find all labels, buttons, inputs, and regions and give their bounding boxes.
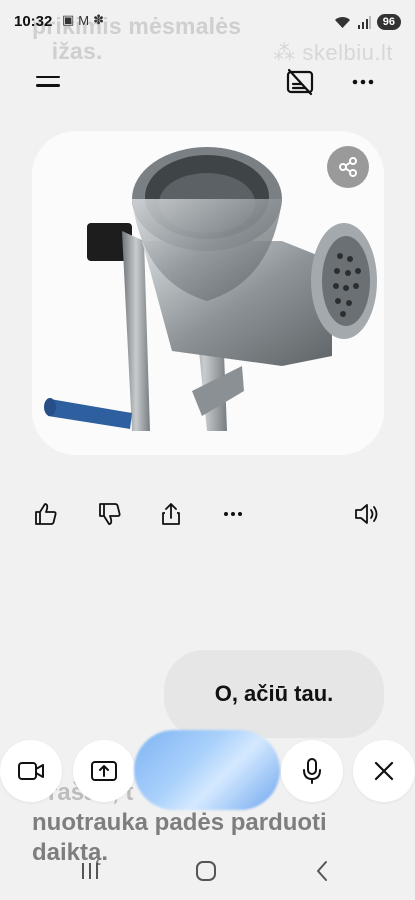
share-icon (162, 503, 180, 525)
watermark-text: skelbiu.lt (302, 40, 393, 65)
gmail-icon: M (78, 12, 90, 28)
fan-icon: ✽ (93, 12, 105, 27)
speaker-icon (355, 504, 378, 524)
more-options-button[interactable] (347, 66, 379, 98)
microphone-icon (303, 758, 321, 784)
wifi-icon (334, 16, 350, 28)
status-bar: 10:32 ▣ M ✽ 96 (0, 0, 415, 40)
more-dots-icon (224, 512, 242, 516)
back-button[interactable] (302, 856, 342, 886)
watermark-logo-icon: ⁂ (273, 40, 296, 65)
share-response-button[interactable] (155, 498, 187, 530)
microphone-button[interactable] (281, 740, 343, 802)
more-actions-button[interactable] (217, 498, 249, 530)
hamburger-icon-line (36, 84, 60, 87)
thumbs-down-icon (99, 503, 121, 525)
screen-share-button[interactable] (73, 740, 135, 802)
system-status: 96 (334, 14, 401, 30)
video-icon (18, 762, 44, 780)
user-message-bubble: O, ačiū tau. (164, 650, 384, 738)
user-message-text: O, ačiū tau. (214, 681, 334, 706)
captions-toggle-button[interactable] (284, 66, 316, 98)
battery-badge: 96 (376, 14, 401, 30)
more-dots-icon (352, 79, 374, 85)
recents-button[interactable] (70, 856, 110, 886)
captions-off-icon (286, 68, 314, 96)
navigation-bar (0, 846, 415, 900)
share-icon (339, 157, 357, 177)
close-button[interactable] (353, 740, 415, 802)
read-aloud-button[interactable] (351, 498, 383, 530)
like-button[interactable] (30, 498, 62, 530)
notification-icons: ▣ M ✽ (62, 12, 104, 28)
recents-icon (82, 863, 98, 879)
signal-icon (357, 15, 371, 29)
hamburger-icon (36, 76, 60, 79)
menu-button[interactable] (36, 70, 66, 94)
video-button[interactable] (0, 740, 62, 802)
screen-share-icon (91, 761, 117, 781)
close-icon (374, 761, 394, 781)
gallery-icon: ▣ (62, 12, 75, 27)
status-time: 10:32 (14, 13, 53, 30)
home-icon (196, 861, 216, 881)
home-button[interactable] (186, 856, 226, 886)
live-voice-orb[interactable] (134, 730, 280, 810)
image-share-button[interactable] (327, 146, 369, 188)
thumbs-up-icon (35, 503, 57, 525)
back-icon (317, 861, 327, 881)
background-text-line-2: nuotrauka padės parduoti (32, 809, 327, 836)
watermark: ⁂ skelbiu.lt (273, 40, 393, 66)
dislike-button[interactable] (94, 498, 126, 530)
